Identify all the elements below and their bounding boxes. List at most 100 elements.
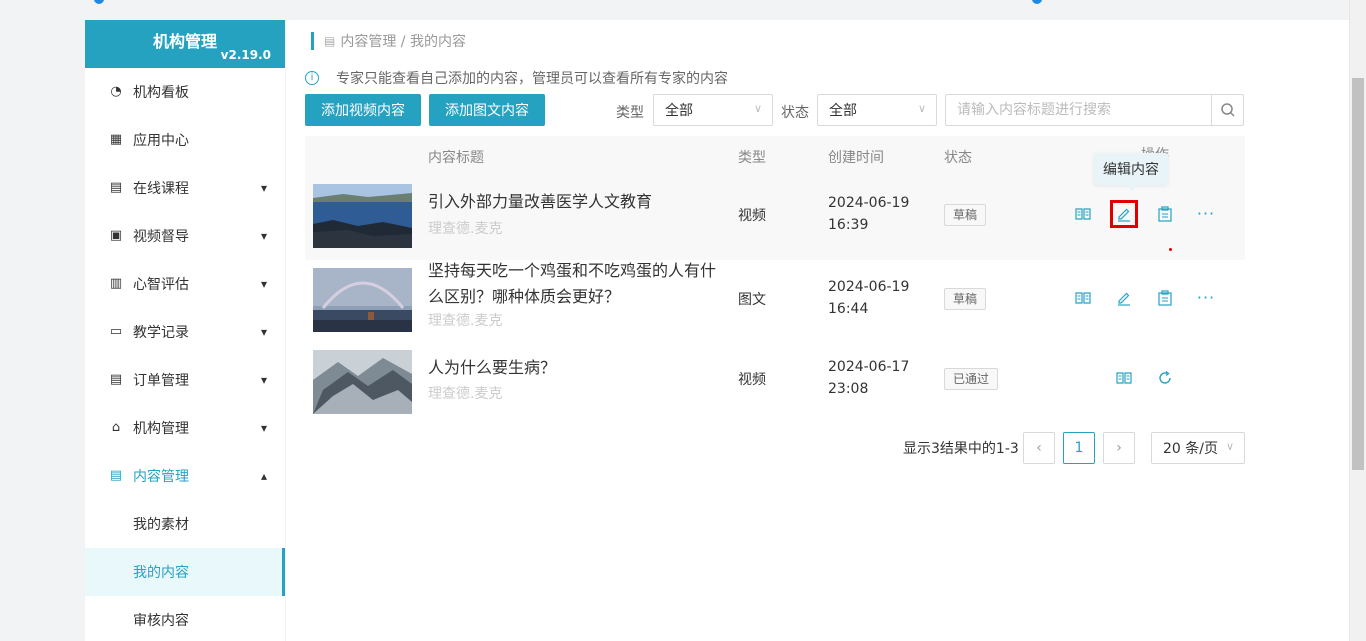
clipboard-icon (1158, 290, 1172, 306)
sidebar-item-online-courses[interactable]: ▤ 在线课程 ▾ (85, 164, 285, 212)
search-button[interactable] (1211, 95, 1243, 125)
submit-review-button[interactable] (1155, 288, 1175, 308)
pagination-summary: 显示3结果中的1-3 (903, 441, 1019, 457)
status-filter-label: 状态 (781, 105, 809, 121)
brand-header: 机构管理 v2.19.0 (85, 20, 285, 68)
sidebar-item-label: 订单管理 (133, 373, 189, 389)
chevron-down-icon: ∨ (1225, 440, 1234, 453)
sidebar-subitem-my-materials[interactable]: 我的素材 (85, 500, 285, 548)
sidebar-item-mind-assessment[interactable]: ▥ 心智评估 ▾ (85, 260, 285, 308)
content-title[interactable]: 引入外部力量改善医学人文教育 (428, 189, 728, 215)
chevron-down-icon: ▾ (260, 373, 267, 387)
type-select-value: 全部 (665, 103, 693, 119)
chevron-down-icon: ∨ (917, 102, 926, 115)
created-clock: 16:44 (828, 301, 869, 317)
video-thumbnail[interactable] (313, 184, 412, 248)
sidebar-item-app-center[interactable]: ▦ 应用中心 (85, 116, 285, 164)
clipboard-icon (1158, 206, 1172, 222)
sidebar: 机构管理 v2.19.0 ◔ 机构看板 ▦ 应用中心 ▤ 在线课程 ▾ ▣ 视频… (85, 20, 285, 641)
more-icon[interactable]: ··· (1196, 204, 1216, 224)
preview-button[interactable] (1073, 204, 1093, 224)
content-type: 图文 (738, 292, 766, 308)
next-page-button[interactable]: › (1103, 432, 1135, 464)
snowy-mountain-image (313, 350, 412, 414)
page-number-button[interactable]: 1 (1063, 432, 1095, 464)
sidebar-subitem-label: 审核内容 (133, 613, 189, 629)
submit-review-button[interactable] (1155, 204, 1175, 224)
sidebar-item-dashboard[interactable]: ◔ 机构看板 (85, 68, 285, 116)
created-time: 2024-06-19 16:39 (828, 192, 909, 236)
content-title[interactable]: 人为什么要生病？ (428, 355, 728, 381)
sidebar-item-org-management[interactable]: ⌂ 机构管理 ▾ (85, 404, 285, 452)
preview-button[interactable] (1114, 368, 1134, 388)
sidebar-item-label: 教学记录 (133, 325, 189, 341)
chevron-down-icon: ∨ (753, 102, 762, 115)
breadcrumb-accent-bar (311, 32, 314, 50)
withdraw-button[interactable] (1155, 368, 1175, 388)
content-author: 理查德.麦克 (428, 221, 503, 237)
chevron-down-icon: ▾ (260, 229, 267, 243)
sidebar-subitem-my-content[interactable]: 我的内容 (85, 548, 285, 596)
edit-button[interactable] (1110, 200, 1138, 228)
column-header-status: 状态 (944, 150, 972, 166)
page-size-select[interactable]: 20 条/页 ∨ (1151, 432, 1245, 464)
top-bar-dot (1032, 0, 1042, 4)
sidebar-item-label: 应用中心 (133, 133, 189, 149)
created-time: 2024-06-19 16:44 (828, 276, 909, 320)
sidebar-item-label: 机构管理 (133, 421, 189, 437)
prev-page-button[interactable]: ‹ (1023, 432, 1055, 464)
sidebar-item-content-management[interactable]: ▤ 内容管理 ▴ (85, 452, 285, 500)
article-thumbnail[interactable] (313, 268, 412, 332)
status-badge: 已通过 (944, 368, 999, 390)
column-header-created: 创建时间 (828, 150, 884, 166)
status-select[interactable]: 全部 ∨ (817, 94, 937, 126)
info-icon: i (305, 71, 319, 85)
chevron-left-icon: ‹ (1036, 440, 1042, 456)
rainbow-city-image (313, 268, 412, 332)
table-row: 人为什么要生病？ 理查德.麦克 视频 2024-06-17 23:08 已通过 (305, 344, 1245, 424)
content-type: 视频 (738, 208, 766, 224)
column-header-title: 内容标题 (428, 150, 484, 166)
created-date: 2024-06-17 (828, 359, 910, 375)
sidebar-item-label: 在线课程 (133, 181, 189, 197)
scrollbar-thumb[interactable] (1352, 78, 1364, 470)
search-icon (1220, 103, 1235, 117)
edit-button[interactable] (1114, 288, 1134, 308)
chevron-down-icon: ▾ (260, 277, 267, 291)
video-thumbnail[interactable] (313, 350, 412, 414)
sidebar-subitem-review-content[interactable]: 审核内容 (85, 596, 285, 641)
grid-icon: ▦ (109, 132, 123, 147)
sidebar-subitem-label: 我的素材 (133, 517, 189, 533)
more-icon[interactable]: ··· (1196, 288, 1216, 308)
document-icon: ▤ (109, 468, 123, 483)
created-date: 2024-06-19 (828, 279, 910, 295)
video-camera-icon: ▭ (109, 324, 123, 339)
sidebar-item-label: 视频督导 (133, 229, 189, 245)
search-box (945, 94, 1244, 126)
sidebar-item-label: 机构看板 (133, 85, 189, 101)
status-select-value: 全部 (829, 103, 857, 119)
notice-text: 专家只能查看自己添加的内容，管理员可以查看所有专家的内容 (336, 71, 728, 87)
sidebar-item-teaching-records[interactable]: ▭ 教学记录 ▾ (85, 308, 285, 356)
type-select[interactable]: 全部 ∨ (653, 94, 773, 126)
content-author: 理查德.麦克 (428, 386, 503, 402)
sidebar-item-video-supervision[interactable]: ▣ 视频督导 ▾ (85, 212, 285, 260)
status-badge: 草稿 (944, 288, 987, 310)
add-video-content-button[interactable]: 添加视频内容 (305, 94, 421, 126)
sidebar-item-orders[interactable]: ▤ 订单管理 ▾ (85, 356, 285, 404)
preview-button[interactable] (1073, 288, 1093, 308)
pencil-icon (1118, 208, 1130, 222)
add-article-content-button[interactable]: 添加图文内容 (429, 94, 545, 126)
top-bar-remnant (0, 0, 1366, 6)
search-input[interactable] (946, 95, 1212, 125)
vertical-scrollbar[interactable] (1349, 0, 1366, 641)
content-title[interactable]: 坚持每天吃一个鸡蛋和不吃鸡蛋的人有什么区别？哪种体质会更好？ (428, 258, 728, 310)
clipboard-icon: ▥ (109, 276, 123, 291)
refresh-icon (1159, 370, 1171, 384)
edit-tooltip: 编辑内容 (1094, 153, 1168, 191)
content-type: 视频 (738, 372, 766, 388)
chevron-down-icon: ▾ (260, 421, 267, 435)
chevron-down-icon: ▾ (260, 181, 267, 195)
breadcrumb-text: 内容管理 / 我的内容 (340, 34, 466, 50)
chevron-down-icon: ▾ (260, 325, 267, 339)
